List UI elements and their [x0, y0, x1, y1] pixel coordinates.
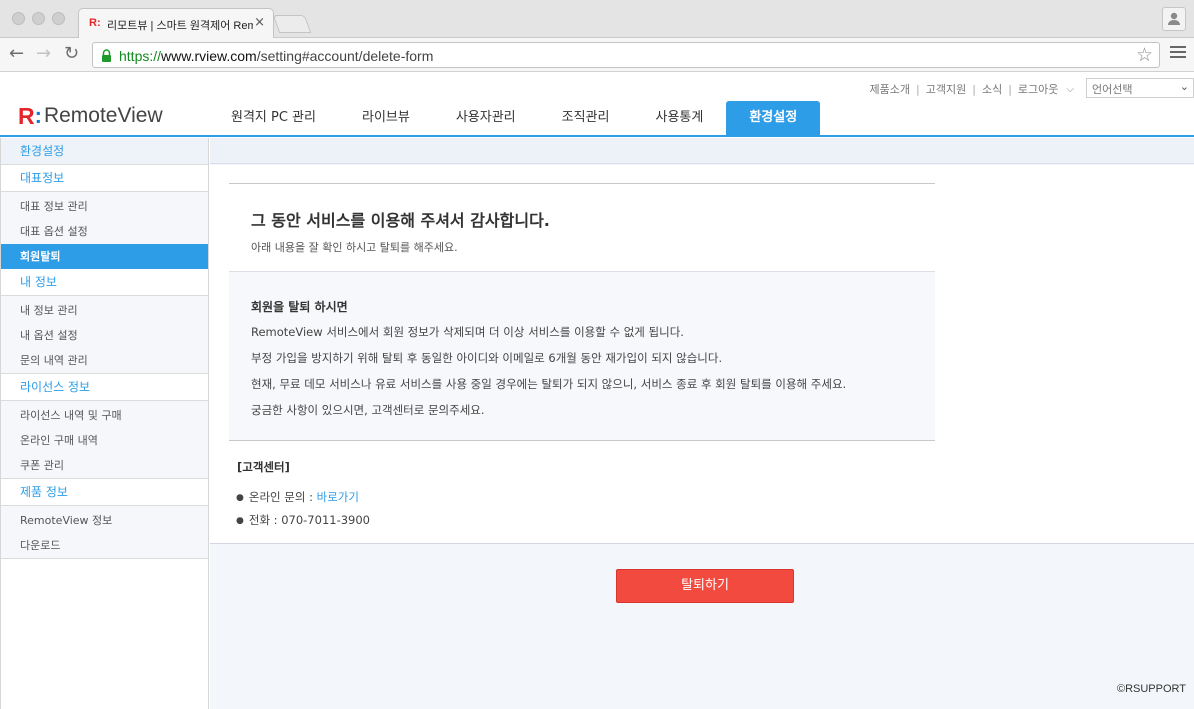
browser-menu-icon[interactable]: [1170, 46, 1186, 61]
util-link-products[interactable]: 제품소개: [870, 81, 910, 97]
bullet-icon: ●: [236, 493, 244, 503]
profile-button[interactable]: [1162, 7, 1186, 31]
nav-statistics[interactable]: 사용통계: [632, 101, 726, 135]
url-text: https://www.rview.com/setting#account/de…: [119, 48, 433, 64]
nav-settings[interactable]: 환경설정: [726, 101, 821, 135]
tab-title: 리모트뷰 | 스마트 원격제어 RemoteView: [107, 20, 253, 32]
notice-title: 회원을 탈퇴 하시면: [251, 300, 348, 314]
online-inquiry-label: 온라인 문의 :: [248, 490, 317, 504]
back-arrow-icon[interactable]: ←: [9, 45, 24, 63]
sidebar-section-my-info[interactable]: 내 정보: [1, 269, 208, 296]
divider: [229, 183, 935, 184]
util-link-news[interactable]: 소식: [982, 81, 1002, 97]
nav-liveview[interactable]: 라이브뷰: [339, 101, 433, 135]
window-minimize-control[interactable]: [32, 12, 45, 25]
url-path: /setting#account/delete-form: [256, 48, 434, 64]
sidebar-item-inquiries[interactable]: 문의 내역 관리: [1, 348, 208, 374]
chevron-down-icon: ⌄: [1179, 80, 1189, 93]
nav-remote-pc[interactable]: 원격지 PC 관리: [208, 101, 339, 135]
main-nav: 원격지 PC 관리 라이브뷰 사용자관리 조직관리 사용통계 환경설정: [208, 101, 821, 135]
browser-toolbar: ← → ↻ https://www.rview.com/setting#acco…: [0, 38, 1194, 72]
notice-line: 현재, 무료 데모 서비스나 유료 서비스를 사용 중일 경우에는 탈퇴가 되지…: [251, 377, 847, 391]
sidebar-item-license-history[interactable]: 라이선스 내역 및 구매: [1, 401, 208, 428]
sidebar-item-my-info[interactable]: 내 정보 관리: [1, 296, 208, 323]
util-link-support[interactable]: 고객지원: [926, 81, 966, 97]
util-link-logout[interactable]: 로그아웃: [1018, 81, 1058, 97]
withdraw-button[interactable]: 탈퇴하기: [616, 569, 794, 603]
sidebar-item-my-options[interactable]: 내 옵션 설정: [1, 323, 208, 348]
utility-links: 제품소개 | 고객지원 | 소식 | 로그아웃 ⌵: [870, 81, 1074, 97]
bullet-icon: ●: [236, 516, 244, 526]
favicon-icon: R:: [89, 17, 101, 29]
sidebar-item-withdraw[interactable]: 회원탈퇴: [1, 244, 208, 269]
customer-center-title: [고객센터]: [237, 460, 290, 474]
sidebar-item-remoteview-info[interactable]: RemoteView 정보: [1, 506, 208, 533]
reload-icon[interactable]: ↻: [64, 45, 79, 63]
page-subtitle: 아래 내용을 잘 확인 하시고 탈퇴를 해주세요.: [251, 241, 458, 254]
main-top-band: [210, 138, 1194, 164]
copyright: ©RSUPPORT: [1116, 683, 1186, 695]
sidebar-item-download[interactable]: 다운로드: [1, 533, 208, 559]
sidebar-section-product[interactable]: 제품 정보: [1, 479, 208, 506]
notice-line: 궁금한 사항이 있으시면, 고객센터로 문의주세요.: [251, 403, 485, 417]
address-bar[interactable]: https://www.rview.com/setting#account/de…: [92, 42, 1160, 68]
sidebar: 환경설정 대표정보 대표 정보 관리 대표 옵션 설정 회원탈퇴 내 정보 내 …: [0, 138, 209, 709]
util-separator: |: [916, 82, 920, 96]
sidebar-item-rep-options[interactable]: 대표 옵션 설정: [1, 219, 208, 244]
language-select-value: 언어선택: [1092, 83, 1133, 96]
url-scheme: https://: [119, 48, 162, 64]
close-icon[interactable]: ×: [254, 15, 265, 30]
remoteview-logo[interactable]: R : RemoteView: [18, 103, 163, 129]
browser-titlebar: R: 리모트뷰 | 스마트 원격제어 RemoteView ×: [0, 0, 1194, 39]
chevron-down-icon[interactable]: ⌵: [1066, 84, 1074, 95]
logo-mark: R: [18, 102, 35, 129]
sidebar-item-rep-info[interactable]: 대표 정보 관리: [1, 192, 208, 219]
logo-colon: :: [34, 103, 42, 128]
lock-icon: [102, 49, 111, 62]
sidebar-section-representative[interactable]: 대표정보: [1, 165, 208, 192]
online-inquiry-link[interactable]: 바로가기: [317, 490, 359, 504]
withdraw-notice: 회원을 탈퇴 하시면 RemoteView 서비스에서 회원 정보가 삭제되며 …: [229, 271, 935, 441]
nav-organization[interactable]: 조직관리: [539, 101, 633, 135]
phone-text: 전화 : 070-7011-3900: [248, 513, 370, 527]
window-close-control[interactable]: [12, 12, 25, 25]
sidebar-section-license[interactable]: 라이선스 정보: [1, 374, 208, 401]
new-tab-button[interactable]: [272, 15, 312, 33]
notice-line: RemoteView 서비스에서 회원 정보가 삭제되며 더 이상 서비스를 이…: [251, 325, 684, 339]
withdraw-panel: 그 동안 서비스를 이용해 주셔서 감사합니다. 아래 내용을 잘 확인 하시고…: [210, 165, 1194, 544]
util-separator: |: [1008, 82, 1012, 96]
sidebar-heading-settings[interactable]: 환경설정: [1, 138, 208, 165]
nav-user-management[interactable]: 사용자관리: [433, 101, 539, 135]
customer-center-online: ● 온라인 문의 : 바로가기: [236, 489, 359, 505]
window-zoom-control[interactable]: [52, 12, 65, 25]
bookmark-star-icon[interactable]: ☆: [1136, 44, 1153, 66]
customer-center-phone: ● 전화 : 070-7011-3900: [236, 512, 370, 528]
sidebar-item-online-purchases[interactable]: 온라인 구매 내역: [1, 428, 208, 453]
util-separator: |: [972, 82, 976, 96]
forward-arrow-icon[interactable]: →: [36, 45, 51, 63]
browser-tab[interactable]: R: 리모트뷰 | 스마트 원격제어 RemoteView ×: [78, 8, 274, 39]
language-select[interactable]: 언어선택 ⌄: [1086, 78, 1194, 98]
main-content: 그 동안 서비스를 이용해 주셔서 감사합니다. 아래 내용을 잘 확인 하시고…: [210, 138, 1194, 709]
url-host: www.rview.com: [161, 48, 257, 64]
sidebar-item-coupons[interactable]: 쿠폰 관리: [1, 453, 208, 479]
person-icon: [1168, 12, 1180, 25]
site-header: R : RemoteView 제품소개 | 고객지원 | 소식 | 로그아웃 ⌵…: [0, 72, 1194, 137]
logo-text: RemoteView: [43, 104, 163, 127]
notice-line: 부정 가입을 방지하기 위해 탈퇴 후 동일한 아이디와 이메일로 6개월 동안…: [251, 351, 723, 365]
page-title: 그 동안 서비스를 이용해 주셔서 감사합니다.: [251, 211, 550, 230]
